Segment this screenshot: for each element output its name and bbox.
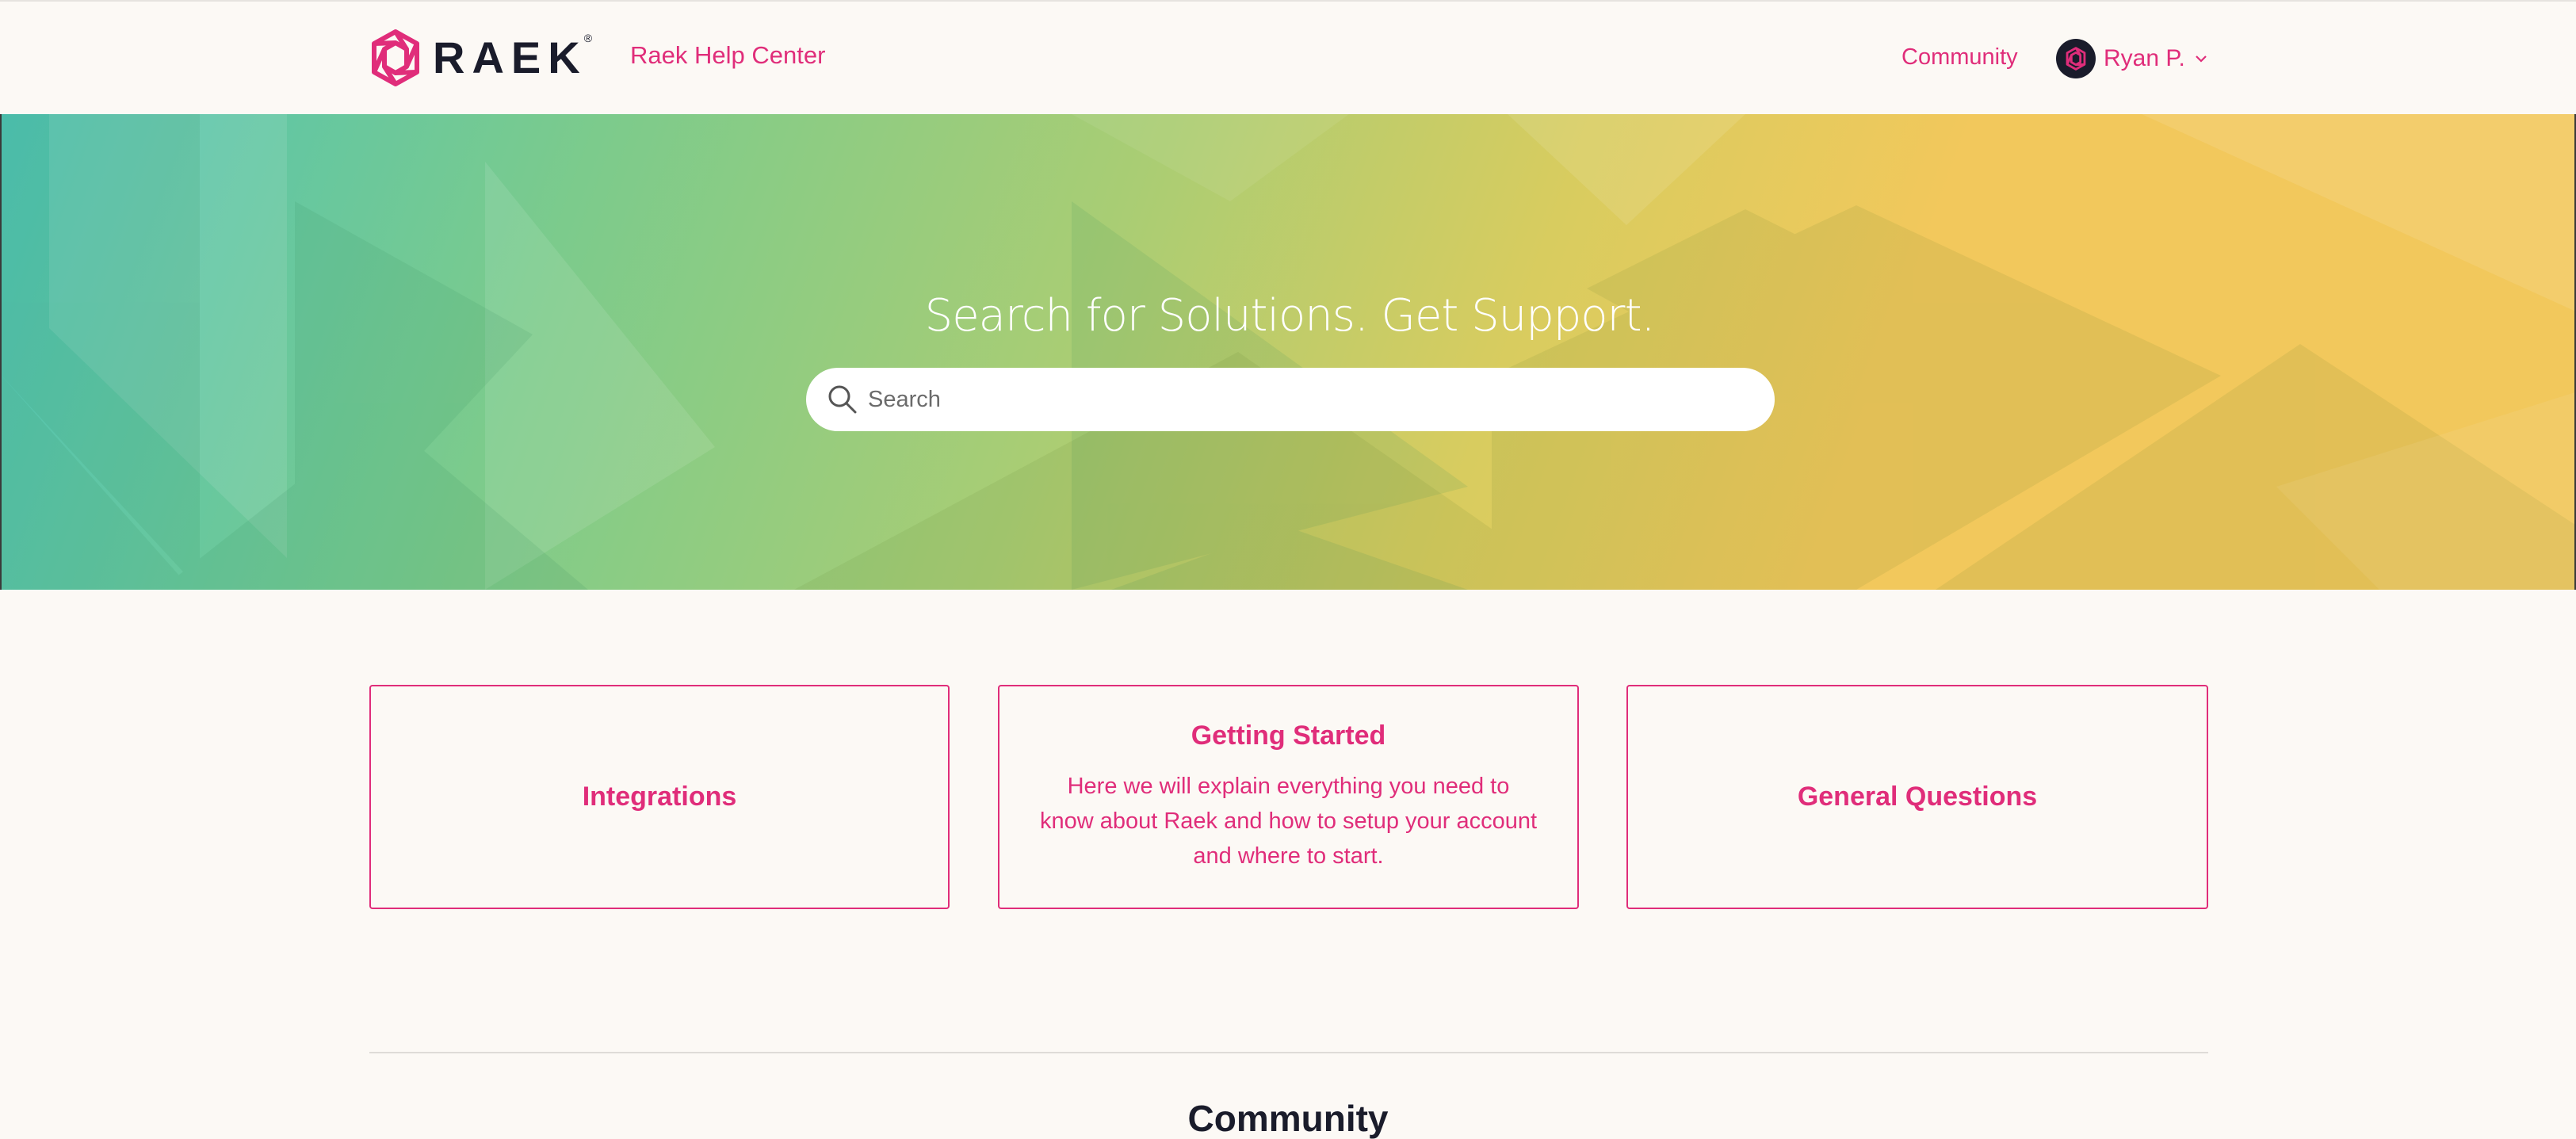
raek-logo-icon <box>368 29 423 87</box>
community-link[interactable]: Community <box>1901 44 2018 71</box>
user-menu[interactable]: Ryan P. <box>2056 39 2207 78</box>
search-icon <box>827 384 858 415</box>
category-title: Getting Started <box>1191 720 1386 751</box>
category-title: General Questions <box>1798 782 2037 812</box>
avatar <box>2056 39 2096 78</box>
brand[interactable]: RAEK ® <box>368 29 592 87</box>
help-center-link[interactable]: Raek Help Center <box>630 41 825 70</box>
category-card-getting-started[interactable]: Getting Started Here we will explain eve… <box>998 685 1579 909</box>
registered-mark: ® <box>584 32 592 44</box>
category-title: Integrations <box>583 782 737 812</box>
search-box[interactable] <box>806 368 1775 431</box>
category-card-integrations[interactable]: Integrations <box>369 685 950 909</box>
hero-title: Search for Solutions. Get Support. <box>2 290 2576 342</box>
search-input[interactable] <box>866 386 1738 414</box>
category-card-general-questions[interactable]: General Questions <box>1626 685 2208 909</box>
logo-wordmark: RAEK <box>433 36 587 80</box>
site-header: RAEK ® Raek Help Center Community Ryan P… <box>0 0 2576 114</box>
section-divider <box>369 1052 2208 1053</box>
community-section-heading: Community <box>0 1100 2576 1137</box>
hero-background-pattern <box>2 114 2576 590</box>
hero-banner: Search for Solutions. Get Support. <box>0 114 2576 590</box>
chevron-down-icon <box>2195 54 2207 63</box>
avatar-icon <box>2064 47 2088 71</box>
user-name: Ryan P. <box>2104 45 2185 72</box>
category-description: Here we will explain everything you need… <box>1039 769 1538 873</box>
